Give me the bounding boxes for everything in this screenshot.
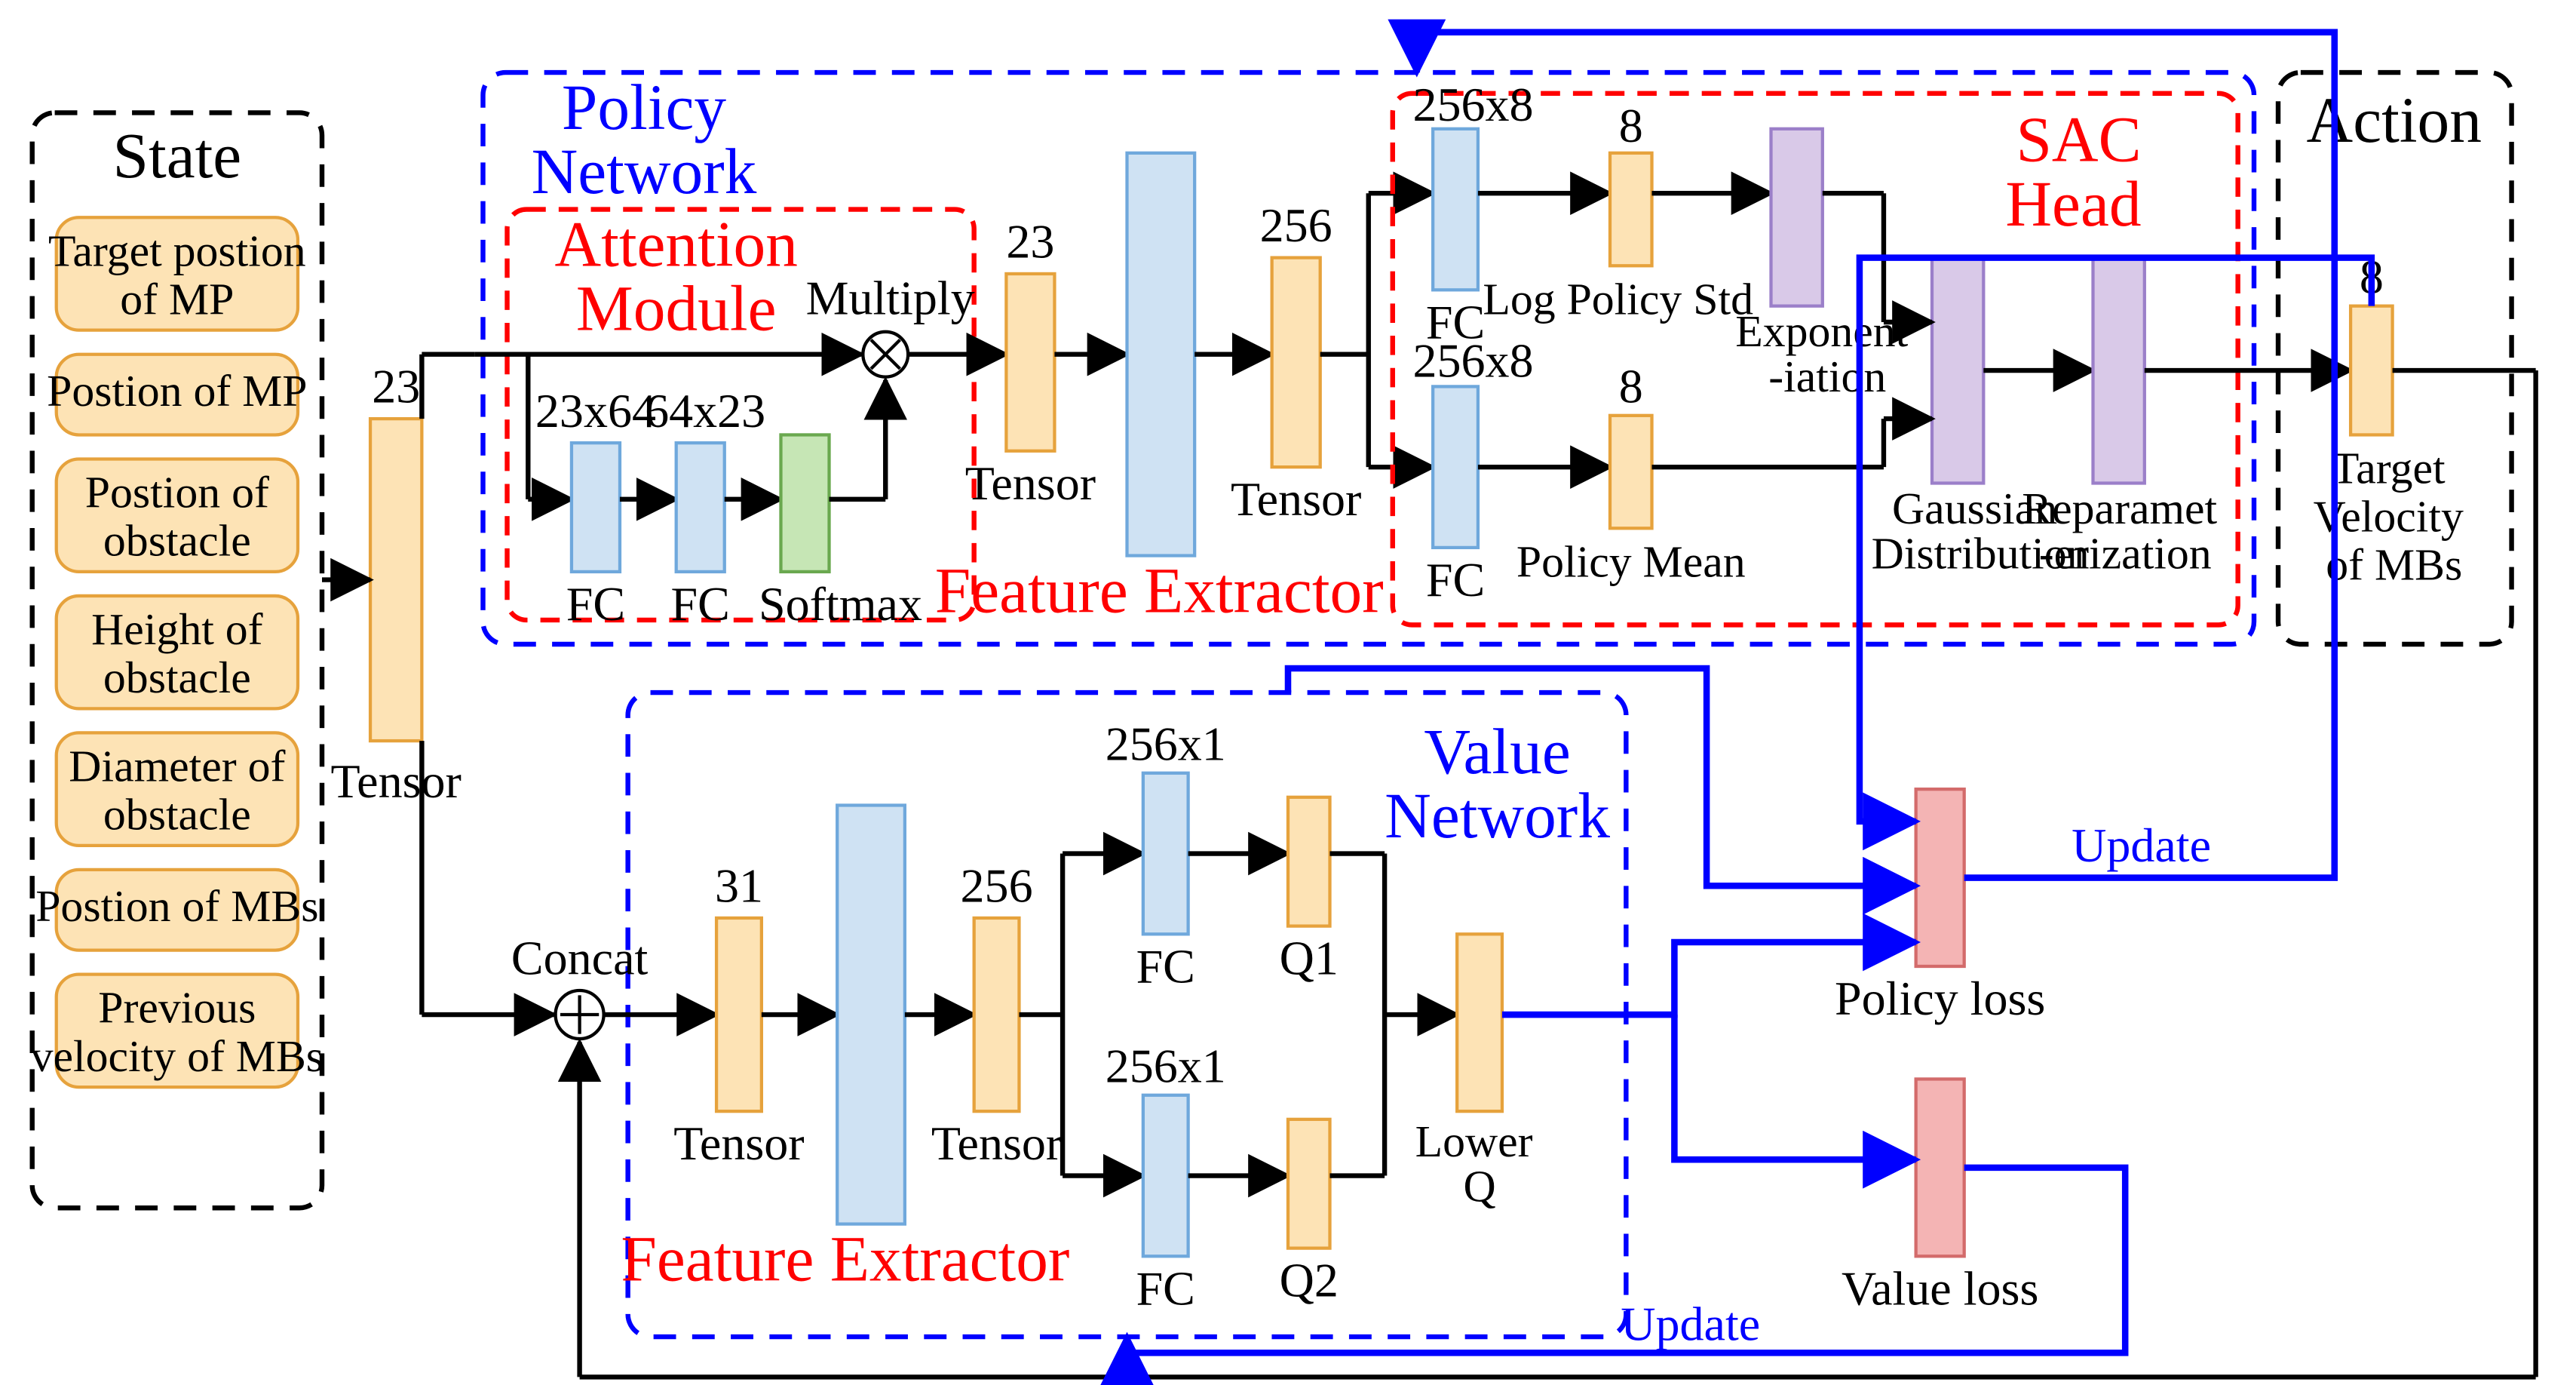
sac-logstd <box>1610 153 1652 266</box>
svg-text:Postion ofobstacle: Postion ofobstacle <box>85 468 269 566</box>
svg-text:Log Policy Std: Log Policy Std <box>1483 274 1753 324</box>
svg-text:FC: FC <box>1136 939 1195 993</box>
svg-text:Postion of MP: Postion of MP <box>47 366 307 416</box>
svg-text:Q1: Q1 <box>1280 932 1339 985</box>
svg-text:256x8: 256x8 <box>1412 334 1533 388</box>
svg-text:31: 31 <box>715 859 763 913</box>
svg-text:Value loss: Value loss <box>1842 1261 2038 1315</box>
svg-text:Feature Extractor: Feature Extractor <box>621 1224 1069 1294</box>
svg-text:Feature Extractor: Feature Extractor <box>935 555 1384 626</box>
svg-text:Tensor: Tensor <box>1231 472 1361 526</box>
svg-text:Multiply: Multiply <box>806 271 975 324</box>
svg-text:8: 8 <box>1619 360 1643 413</box>
svg-text:Height ofobstacle: Height ofobstacle <box>91 604 262 702</box>
svg-text:Module: Module <box>576 274 777 345</box>
svg-text:256: 256 <box>1260 198 1332 252</box>
action-tensor <box>2351 306 2393 435</box>
svg-text:256x1: 256x1 <box>1106 717 1226 771</box>
svg-text:FC: FC <box>566 577 625 631</box>
svg-text:Reparamet -erization: Reparamet -erization <box>2022 484 2228 579</box>
value-lowerq <box>1457 934 1502 1111</box>
svg-text:Policy Mean: Policy Mean <box>1516 536 1746 586</box>
concat-node <box>556 990 604 1039</box>
sac-reparam <box>2093 258 2144 484</box>
svg-text:FC: FC <box>1136 1261 1195 1315</box>
attn-fc2 <box>676 443 725 572</box>
svg-text:Concat: Concat <box>511 932 649 985</box>
multiply-node <box>863 332 908 377</box>
svg-text:Update: Update <box>2072 818 2211 872</box>
sac-fc-logstd <box>1433 129 1478 290</box>
svg-text:Lower Q: Lower Q <box>1415 1116 1544 1211</box>
state-items: Target postionof MP Postion of MP Postio… <box>31 217 324 1087</box>
sac-exponentiation <box>1771 129 1822 306</box>
state-tensor <box>370 419 422 741</box>
attn-fc1 <box>572 443 620 572</box>
value-feature-extractor <box>837 805 905 1224</box>
flow-lowerq-to-valueloss <box>1674 1015 1915 1159</box>
svg-text:23: 23 <box>1006 215 1054 269</box>
value-fc-q2 <box>1143 1095 1188 1256</box>
svg-text:Q2: Q2 <box>1280 1254 1339 1307</box>
svg-text:Tensor: Tensor <box>931 1116 1062 1170</box>
value-loss-block <box>1916 1079 1964 1256</box>
policy-feature-extractor <box>1127 153 1195 556</box>
state-tensor-dim: 23 <box>372 360 420 413</box>
svg-text:Policy loss: Policy loss <box>1835 972 2045 1025</box>
svg-text:Postion of MBs: Postion of MBs <box>35 881 318 931</box>
svg-text:Tensor: Tensor <box>965 456 1096 510</box>
value-fc-q1 <box>1143 773 1188 934</box>
value-q1 <box>1288 797 1330 926</box>
svg-text:Attention: Attention <box>554 209 798 280</box>
svg-text:8: 8 <box>1619 99 1643 152</box>
svg-text:256: 256 <box>961 859 1033 913</box>
policy-tensor256 <box>1272 258 1320 468</box>
svg-text:256x1: 256x1 <box>1106 1040 1226 1093</box>
policy-tensor23 <box>1006 274 1054 451</box>
svg-text:Head: Head <box>2005 169 2141 240</box>
svg-text:Network: Network <box>1385 781 1610 852</box>
attn-softmax <box>780 435 829 571</box>
sac-mean <box>1610 416 1652 528</box>
value-q2 <box>1288 1119 1330 1248</box>
svg-text:Softmax: Softmax <box>759 577 922 631</box>
value-tensor31 <box>716 918 762 1111</box>
policy-title-1: Policy <box>562 72 727 143</box>
state-title: State <box>112 121 241 192</box>
svg-text:SAC: SAC <box>2016 104 2141 175</box>
svg-text:23x64: 23x64 <box>535 384 656 438</box>
svg-text:Update: Update <box>1621 1297 1760 1350</box>
svg-text:FC: FC <box>1426 553 1485 607</box>
policy-title-2: Network <box>532 137 757 207</box>
sac-fc-mean <box>1433 386 1478 547</box>
policy-loss-block <box>1916 789 1964 966</box>
svg-text:256x8: 256x8 <box>1412 78 1533 131</box>
value-tensor256 <box>974 918 1020 1111</box>
sac-gaussian <box>1932 258 1983 484</box>
svg-text:64x23: 64x23 <box>645 384 765 438</box>
svg-text:Value: Value <box>1424 717 1570 788</box>
state-tensor-label: Tensor <box>331 754 462 808</box>
svg-text:Tensor: Tensor <box>673 1116 804 1170</box>
diagram-root: State Target postionof MP Postion of MP … <box>0 0 2576 1385</box>
svg-text:FC: FC <box>671 577 730 631</box>
